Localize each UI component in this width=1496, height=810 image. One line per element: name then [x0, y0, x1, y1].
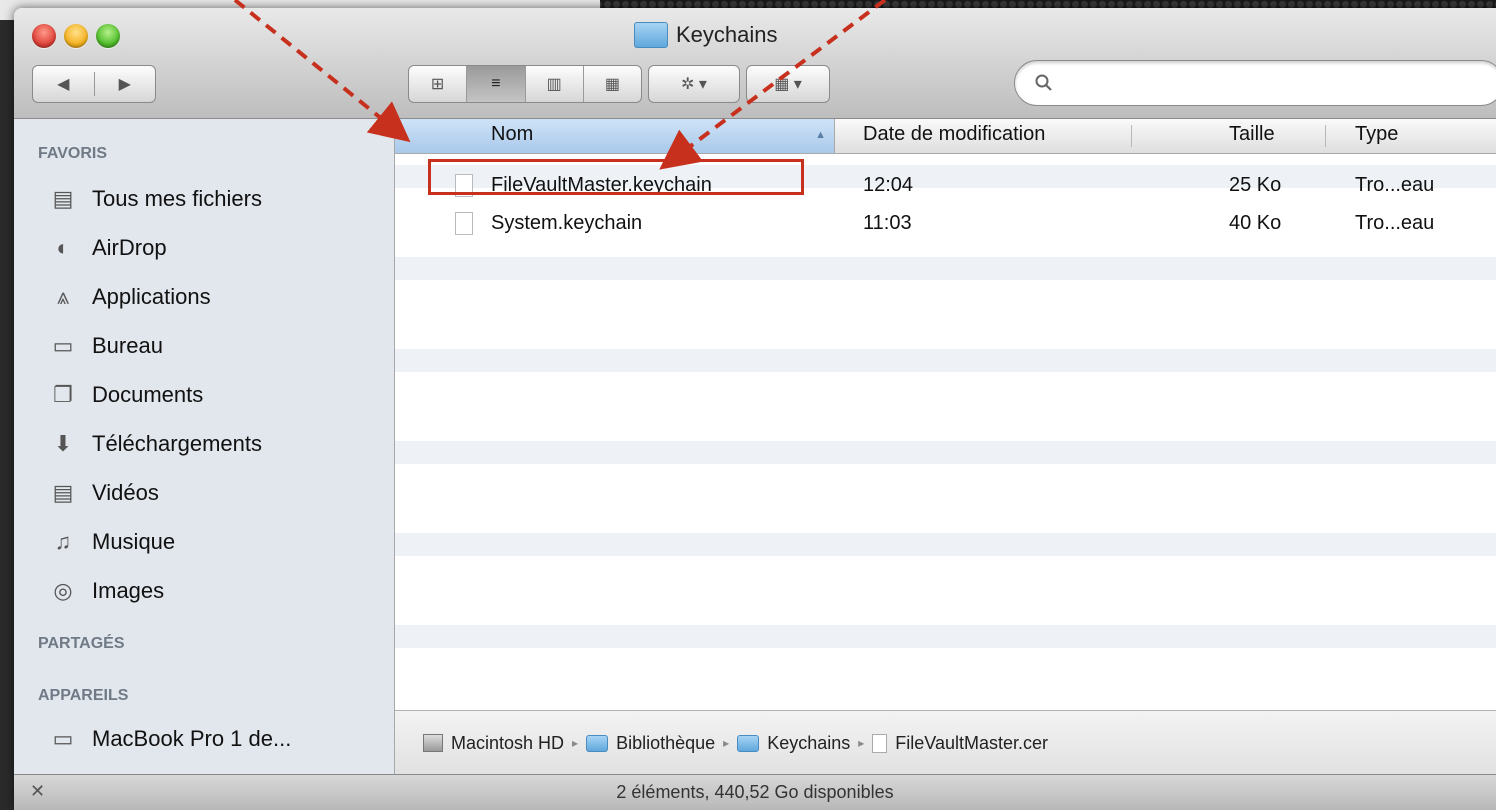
sidebar-item-label: Documents [92, 382, 204, 407]
sidebar-resize-icon[interactable]: ✕ [30, 781, 45, 802]
sidebar-item-documents[interactable]: ❐ Documents [48, 373, 203, 417]
column-header: Nom ▲ Date de modification Taille Type [395, 119, 1496, 154]
column-header-name[interactable]: Nom ▲ [395, 119, 835, 153]
status-text: 2 éléments, 440,52 Go disponibles [616, 782, 894, 802]
path-separator-icon: ▸ [572, 736, 579, 750]
table-row[interactable]: System.keychain 11:03 40 Ko Tro...eau [395, 212, 1496, 235]
pictures-icon: ◎ [53, 578, 73, 603]
search-icon [1035, 74, 1052, 91]
document-icon [872, 733, 888, 753]
column-header-date[interactable]: Date de modification [863, 123, 1045, 146]
sidebar-item-pictures[interactable]: ◎ Images [48, 569, 164, 613]
file-list: Nom ▲ Date de modification Taille Type F… [395, 119, 1496, 709]
column-view-button[interactable]: ▥ [526, 66, 584, 102]
status-bar: ✕ 2 éléments, 440,52 Go disponibles [14, 774, 1496, 810]
coverflow-view-button[interactable]: ▦ [584, 66, 641, 102]
applications-icon: ⩓ [56, 284, 70, 309]
sidebar-item-music[interactable]: ♫ Musique [48, 520, 175, 564]
zoom-button[interactable] [96, 24, 120, 48]
arrange-menu-button[interactable]: ▦ ▾ [746, 65, 830, 103]
path-item-file[interactable]: FileVaultMaster.cer [895, 733, 1048, 754]
library-folder-icon [586, 734, 609, 752]
path-item-library[interactable]: Bibliothèque [616, 733, 715, 754]
row-name: System.keychain [491, 212, 643, 234]
title-bar: Keychains ◀ ▶ ⊞ ≡ ▥ ▦ ✲ ▾ ▦ ▾ [14, 8, 1496, 119]
airdrop-icon: ◐ [56, 235, 70, 260]
sidebar-header-favoris: FAVORIS [38, 145, 108, 162]
forward-button[interactable]: ▶ [95, 74, 156, 94]
row-type: Tro...eau [1355, 212, 1435, 234]
row-size: 25 Ko [1229, 174, 1282, 196]
sidebar-header-partages: PARTAGÉS [38, 635, 125, 652]
downloads-icon: ⬇ [53, 431, 73, 456]
back-forward-control: ◀ ▶ [32, 65, 156, 103]
path-item-keychains[interactable]: Keychains [767, 733, 850, 754]
minimize-button[interactable] [64, 24, 88, 48]
sidebar-item-applications[interactable]: ⩓ Applications [48, 275, 211, 319]
list-view-button[interactable]: ≡ [467, 66, 526, 102]
search-field[interactable] [1014, 60, 1496, 106]
search-input[interactable] [1061, 71, 1496, 95]
sidebar-item-movies[interactable]: ▤ Vidéos [48, 471, 159, 515]
sidebar-item-label: Applications [92, 284, 211, 309]
sidebar-item-label: MacBook Pro 1 de... [92, 726, 292, 751]
sort-ascending-icon: ▲ [815, 129, 826, 141]
sidebar-item-airdrop[interactable]: ◐ AirDrop [48, 226, 167, 270]
path-bar: Macintosh HD ▸ Bibliothèque ▸ Keychains … [395, 710, 1496, 775]
sidebar-item-macbook[interactable]: ▭ MacBook Pro 1 de... [48, 717, 292, 761]
column-separator [1131, 125, 1132, 147]
column-header-size[interactable]: Taille [1229, 123, 1275, 146]
document-icon [455, 212, 473, 235]
desktop-icon: ▭ [52, 333, 74, 358]
all-files-icon: ▤ [52, 186, 74, 211]
path-separator-icon: ▸ [723, 736, 730, 750]
close-button[interactable] [32, 24, 56, 48]
sidebar-item-label: Bureau [92, 333, 163, 358]
column-header-type[interactable]: Type [1355, 123, 1398, 146]
window-title-text: Keychains [676, 22, 778, 47]
annotation-highlight-box [428, 159, 804, 195]
laptop-icon: ▭ [52, 726, 74, 751]
row-date: 12:04 [863, 174, 914, 196]
folder-icon [737, 734, 760, 752]
gear-icon: ✲ ▾ [681, 76, 707, 93]
row-type: Tro...eau [1355, 174, 1435, 196]
movies-icon: ▤ [52, 480, 74, 505]
icon-view-button[interactable]: ⊞ [409, 66, 468, 102]
row-size: 40 Ko [1229, 212, 1282, 234]
documents-icon: ❐ [53, 382, 73, 407]
sidebar-item-label: Musique [92, 529, 176, 554]
sidebar-item-label: Images [92, 578, 165, 603]
sidebar-header-appareils: APPAREILS [38, 687, 129, 704]
window-title: Keychains [634, 22, 778, 48]
sidebar-item-all-files[interactable]: ▤ Tous mes fichiers [48, 177, 262, 221]
path-item-disk[interactable]: Macintosh HD [451, 733, 564, 754]
view-mode-control: ⊞ ≡ ▥ ▦ [408, 65, 642, 103]
column-separator [1325, 125, 1326, 147]
sidebar-item-downloads[interactable]: ⬇ Téléchargements [48, 422, 262, 466]
sidebar-item-desktop[interactable]: ▭ Bureau [48, 324, 163, 368]
hard-disk-icon [423, 734, 443, 752]
sidebar-item-label: AirDrop [92, 235, 167, 260]
sidebar-item-label: Vidéos [92, 480, 159, 505]
sidebar-item-label: Téléchargements [92, 431, 262, 456]
path-separator-icon: ▸ [858, 736, 865, 750]
folder-icon [634, 22, 668, 48]
sidebar-item-label: Tous mes fichiers [92, 186, 262, 211]
sidebar: FAVORIS ▤ Tous mes fichiers ◐ AirDrop ⩓ … [14, 119, 395, 775]
row-date: 11:03 [863, 212, 912, 234]
arrange-icon: ▦ ▾ [774, 76, 802, 93]
back-button[interactable]: ◀ [33, 74, 94, 94]
finder-window: Keychains ◀ ▶ ⊞ ≡ ▥ ▦ ✲ ▾ ▦ ▾ FAVORIS ▤ … [14, 8, 1496, 810]
action-menu-button[interactable]: ✲ ▾ [648, 65, 740, 103]
music-icon: ♫ [54, 529, 72, 554]
